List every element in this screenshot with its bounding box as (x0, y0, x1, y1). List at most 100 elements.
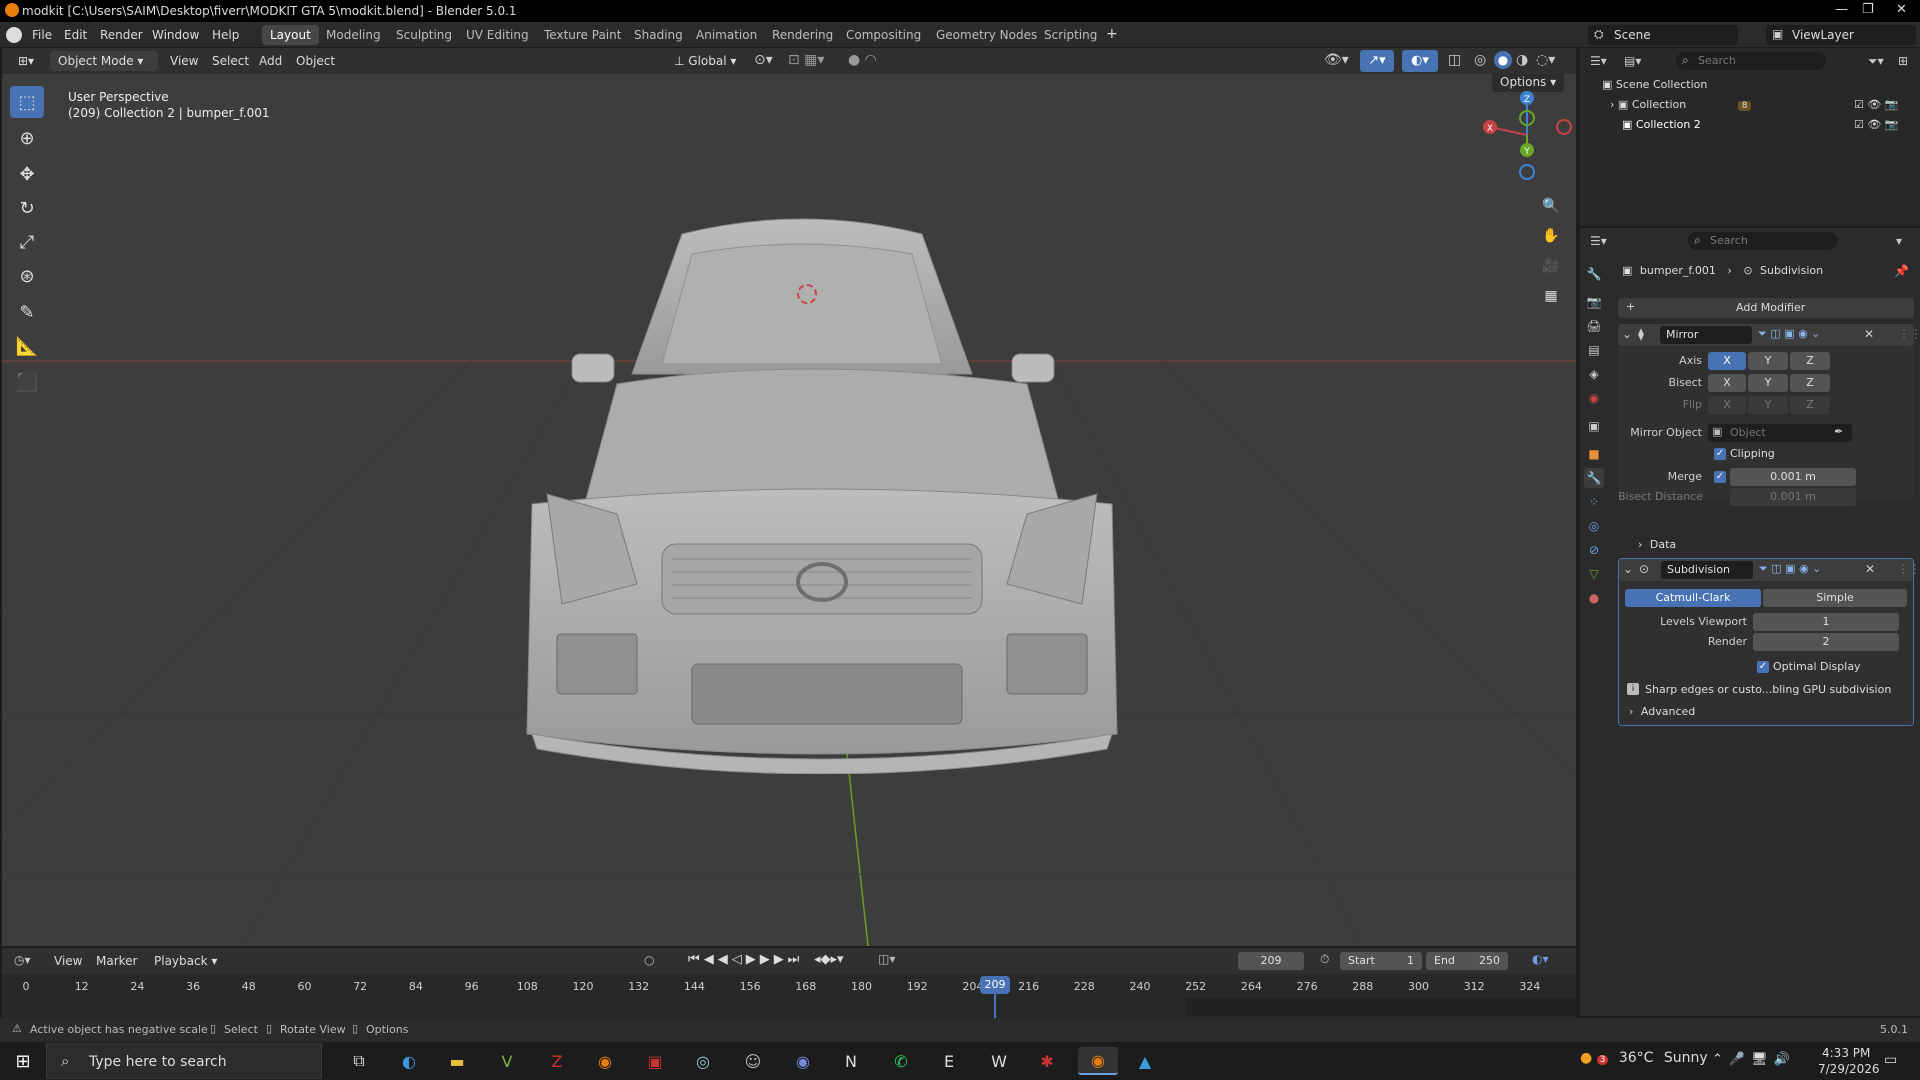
merge-distance-field[interactable]: 0.001 m (1730, 468, 1856, 486)
auto-key-icon[interactable]: ◫▾ (878, 952, 895, 966)
physics-tab-icon[interactable]: ◎ (1584, 516, 1604, 536)
3d-viewport[interactable]: User Perspective (209) Collection 2 | bu… (2, 74, 1576, 946)
eyedropper-icon[interactable]: ✒ (1834, 425, 1843, 438)
subdiv-drag-handle-icon[interactable]: ⋮⋮ (1897, 562, 1920, 576)
particles-tab-icon[interactable]: ⁘ (1584, 492, 1604, 512)
photos-icon[interactable]: ▲ (1128, 1047, 1162, 1075)
pan-hand-icon[interactable]: ✋ (1539, 224, 1563, 248)
filezilla-icon[interactable]: Z (540, 1047, 574, 1075)
measure-tool-icon[interactable]: 📐 (10, 330, 44, 362)
editor-type-icon[interactable]: ◷▾ (14, 953, 31, 967)
maximize-button[interactable]: ❐ (1862, 2, 1874, 17)
outliner-editor-icon[interactable]: ☰▾ (1590, 54, 1607, 68)
axis-z-toggle[interactable]: Z (1790, 352, 1830, 370)
props-search[interactable]: ⌕ Search (1688, 232, 1838, 250)
tab-rendering[interactable]: Rendering (764, 25, 841, 45)
watch-dogs-icon[interactable]: W (982, 1047, 1016, 1075)
outliner-search[interactable]: ⌕ Search (1676, 52, 1826, 70)
menu-file[interactable]: File (32, 28, 52, 42)
menu-select[interactable]: Select (212, 54, 249, 68)
editor-type-button[interactable]: ⊞▾ (10, 51, 44, 71)
merge-checkbox[interactable]: ✓ (1714, 471, 1726, 483)
rendered-shading-icon[interactable]: ◌▾ (1536, 52, 1555, 68)
navigation-gizmo[interactable]: Z X Y (1482, 90, 1572, 180)
annotate-tool-icon[interactable]: ✎ (10, 296, 44, 328)
tab-uv-editing[interactable]: UV Editing (458, 25, 537, 45)
tab-modeling[interactable]: Modeling (318, 25, 389, 45)
playback-dropdown[interactable]: Playback ▾ (146, 951, 226, 971)
render-levels-field[interactable]: 2 (1753, 633, 1899, 651)
modifier-tab-icon[interactable]: 🔧 (1584, 468, 1604, 488)
bisect-z-toggle[interactable]: Z (1790, 374, 1830, 392)
tab-animation[interactable]: Animation (688, 25, 765, 45)
menu-render[interactable]: Render (100, 28, 143, 42)
mirror-object-field[interactable]: ▣ Object ✒ (1708, 424, 1852, 442)
subdiv-toggle-icons[interactable]: ⏷ ◫ ▣ ◉ ⌄ (1759, 562, 1821, 576)
gizmo-toggle-icon[interactable]: ↗▾ (1360, 50, 1394, 72)
object-tab-icon[interactable]: ■ (1584, 444, 1604, 464)
menu-object[interactable]: Object (296, 54, 335, 68)
bisect-distance-field[interactable]: 0.001 m (1730, 488, 1856, 506)
rotate-tool-icon[interactable]: ↻ (10, 192, 44, 224)
render-tab-icon[interactable]: 📷 (1584, 292, 1604, 312)
subdiv-remove-icon[interactable]: ✕ (1865, 562, 1875, 576)
end-frame-field[interactable]: End 250 (1426, 952, 1508, 970)
wireframe-shading-icon[interactable]: ◎ (1474, 52, 1486, 68)
clock-date[interactable]: 7/29/2026 (1818, 1062, 1880, 1076)
proportional-edit-icon[interactable]: ● ◠ (848, 52, 877, 68)
keyframe-nav-icons[interactable]: ◂◆▸▾ (814, 952, 844, 967)
clapper-icon[interactable]: ✱ (1030, 1047, 1064, 1075)
flip-z-toggle[interactable]: Z (1790, 396, 1830, 414)
ortho-grid-icon[interactable]: ▦ (1539, 284, 1563, 308)
data-tab-icon[interactable]: ▽ (1584, 564, 1604, 584)
visibility-toggles[interactable]: ☑ 👁 📷 (1854, 98, 1899, 111)
tab-geometry-nodes[interactable]: Geometry Nodes (928, 25, 1045, 45)
tab-sculpting[interactable]: Sculpting (388, 25, 460, 45)
task-view-icon[interactable]: ⧉ (342, 1047, 376, 1075)
tab-texture-paint[interactable]: Texture Paint (536, 25, 629, 45)
filter-icon[interactable]: ⏷▾ (1868, 54, 1884, 69)
display-mode-icon[interactable]: ▤▾ (1624, 54, 1641, 68)
camera-view-icon[interactable]: 🎥 (1539, 254, 1563, 278)
zoom-icon[interactable]: 🔍 (1539, 194, 1563, 218)
scale-tool-icon[interactable]: ⤢ (10, 226, 44, 258)
menu-view[interactable]: View (170, 54, 198, 68)
subdivision-name-field[interactable]: Subdivision (1661, 561, 1753, 579)
material-tab-icon[interactable]: ● (1584, 588, 1604, 608)
car-model[interactable] (522, 174, 1122, 774)
cursor-tool-icon[interactable]: ⊕ (10, 122, 44, 154)
transform-tool-icon[interactable]: ⊛ (10, 260, 44, 292)
output-tab-icon[interactable]: 🖨 (1584, 316, 1604, 336)
viewlayer-selector[interactable]: ▣ ViewLayer (1766, 25, 1916, 45)
timeline-menu-view[interactable]: View (54, 954, 82, 968)
mirror-drag-handle-icon[interactable]: ⋮⋮ (1898, 327, 1920, 341)
clock-time[interactable]: 4:33 PM (1822, 1046, 1870, 1060)
close-window-button[interactable]: ✕ (1896, 2, 1907, 17)
mirror-name-field[interactable]: Mirror (1660, 326, 1752, 344)
tab-layout[interactable]: Layout (262, 25, 319, 45)
solid-shading-icon[interactable]: ● (1494, 51, 1512, 69)
tab-shading[interactable]: Shading (626, 25, 691, 45)
gta-icon[interactable]: V (490, 1047, 524, 1075)
playback-controls[interactable]: ⏮◀◀◁▶▶▶⏭ (688, 952, 803, 967)
weather-widget[interactable]: ● 3 36°C Sunny (1580, 1050, 1708, 1066)
current-frame-field[interactable]: 209 (1238, 952, 1304, 970)
system-tray-icons[interactable]: ⌃🎤🖥🔊 (1712, 1052, 1796, 1067)
menu-help[interactable]: Help (212, 28, 239, 42)
character-icon[interactable]: ☺ (736, 1047, 770, 1075)
whatsapp-icon[interactable]: ✆ (884, 1047, 918, 1075)
new-collection-icon[interactable]: ⊞ (1898, 54, 1908, 68)
collapse-icon[interactable]: ⌄ (1622, 327, 1632, 341)
tab-compositing[interactable]: Compositing (838, 25, 929, 45)
scene-tab-icon[interactable]: ◈ (1584, 364, 1604, 384)
notion-icon[interactable]: N (834, 1047, 868, 1075)
pivot-icon[interactable]: ⊙▾ (754, 52, 773, 68)
record-icon[interactable]: ○ (644, 953, 654, 967)
outliner-row-collection[interactable]: › ▣ Collection 8 ☑ 👁 📷 (1610, 98, 1910, 111)
edge-icon[interactable]: ◐ (392, 1047, 426, 1075)
add-cube-tool-icon[interactable]: ⬛ (10, 366, 44, 398)
constraints-tab-icon[interactable]: ⊘ (1584, 540, 1604, 560)
add-workspace-button[interactable]: + (1106, 26, 1118, 42)
add-modifier-button[interactable]: + Add Modifier (1618, 298, 1914, 318)
menu-window[interactable]: Window (152, 28, 199, 42)
